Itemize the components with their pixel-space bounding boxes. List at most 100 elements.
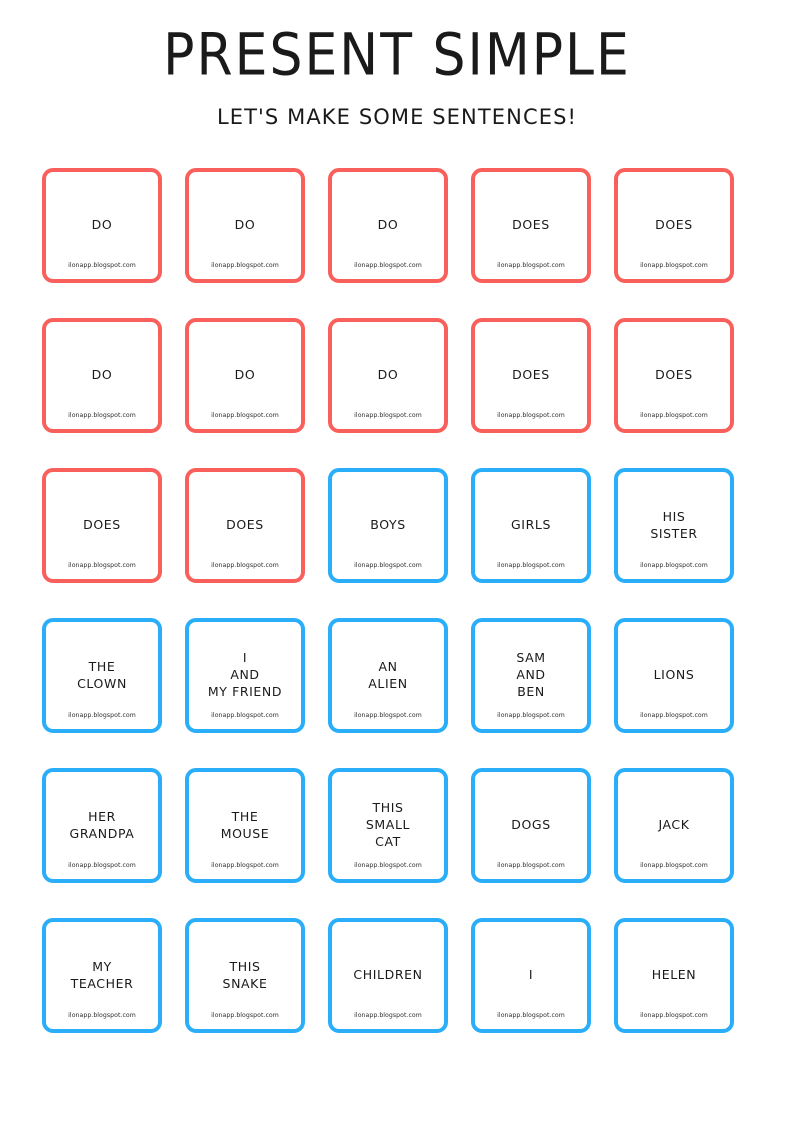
flashcard-subject[interactable]: Iilonapp.blogspot.com [471,918,591,1033]
flashcard-subject[interactable]: AN ALIEN ilonapp.blogspot.com [328,618,448,733]
flashcard-subject[interactable]: JACK ilonapp.blogspot.com [614,768,734,883]
flashcard-text: I [475,966,587,983]
flashcard-text: THE MOUSE [189,808,301,842]
flashcard-subject[interactable]: THE CLOWN ilonapp.blogspot.com [42,618,162,733]
flashcard-text: MY TEACHER [46,958,158,992]
watermark: ilonapp.blogspot.com [497,1012,565,1019]
watermark: ilonapp.blogspot.com [497,262,565,269]
flashcard-text: GIRLS [475,516,587,533]
flashcard-auxiliary[interactable]: DO ilonapp.blogspot.com [42,318,162,433]
flashcard-text: DO [332,216,444,233]
flashcard-text-line: THIS [229,958,261,974]
flashcard-subject[interactable]: THIS SMALL CAT ilonapp.blogspot.com [328,768,448,883]
flashcard-text: THE CLOWN [46,658,158,692]
flashcard-text-line: DOES [512,217,550,232]
flashcard-text: DO [46,366,158,383]
flashcard-text-line: AND [516,667,546,682]
flashcard-subject[interactable]: HELEN ilonapp.blogspot.com [614,918,734,1033]
page-title: PRESENT SIMPLE [163,22,631,90]
flashcard-text-line: ALIEN [368,675,408,691]
flashcard-text: DO [332,366,444,383]
flashcard-subject[interactable]: THE MOUSE ilonapp.blogspot.com [185,768,305,883]
flashcard-text-line: DO [234,367,256,382]
flashcard-text: HER GRANDPA [46,808,158,842]
flashcard-text-line: AN [378,658,398,674]
watermark: ilonapp.blogspot.com [211,262,279,269]
flashcard-text: I AND MY FRIEND [189,649,301,700]
watermark: ilonapp.blogspot.com [211,1012,279,1019]
flashcard-auxiliary[interactable]: DO ilonapp.blogspot.com [328,318,448,433]
watermark: ilonapp.blogspot.com [354,262,422,269]
flashcard-subject[interactable]: LIONS ilonapp.blogspot.com [614,618,734,733]
flashcard-text-line: DO [234,217,256,232]
flashcard-subject[interactable]: SAM AND BEN ilonapp.blogspot.com [471,618,591,733]
flashcard-text-line: THIS [372,800,404,815]
flashcard-text: SAM AND BEN [475,649,587,700]
flashcard-subject[interactable]: THIS SNAKE ilonapp.blogspot.com [185,918,305,1033]
flashcard-text-line: I [242,650,248,665]
watermark: ilonapp.blogspot.com [497,862,565,869]
flashcard-auxiliary[interactable]: DO ilonapp.blogspot.com [328,168,448,283]
watermark: ilonapp.blogspot.com [354,1012,422,1019]
flashcard-auxiliary[interactable]: DOES ilonapp.blogspot.com [185,468,305,583]
flashcard-auxiliary[interactable]: DOES ilonapp.blogspot.com [471,168,591,283]
watermark: ilonapp.blogspot.com [640,712,708,719]
flashcard-text-line: BOYS [370,517,406,532]
watermark: ilonapp.blogspot.com [68,712,136,719]
watermark: ilonapp.blogspot.com [68,862,136,869]
flashcard-text: DO [189,216,301,233]
flashcard-text-line: DOES [512,367,550,382]
flashcard-text-line: BEN [517,684,545,699]
watermark: ilonapp.blogspot.com [354,412,422,419]
flashcard-grid: DO ilonapp.blogspot.com DO ilonapp.blogspot… [42,168,734,1033]
flashcard-text: LIONS [618,666,730,683]
watermark: ilonapp.blogspot.com [640,1012,708,1019]
flashcard-auxiliary[interactable]: DOES ilonapp.blogspot.com [42,468,162,583]
flashcard-text: AN ALIEN [332,658,444,692]
watermark: ilonapp.blogspot.com [497,412,565,419]
flashcard-text: DOES [46,516,158,533]
flashcard-text-line: SAM [516,650,546,665]
watermark: ilonapp.blogspot.com [497,712,565,719]
flashcard-text: DO [189,366,301,383]
flashcard-text: BOYS [332,516,444,533]
flashcard-auxiliary[interactable]: DO ilonapp.blogspot.com [185,318,305,433]
flashcard-auxiliary[interactable]: DOES ilonapp.blogspot.com [614,318,734,433]
flashcard-text-line: HER [88,808,116,824]
flashcard-text-line: I [528,967,534,982]
flashcard-text-line: DO [377,217,399,232]
watermark: ilonapp.blogspot.com [497,562,565,569]
flashcard-text-line: DOES [655,367,693,382]
flashcard-subject[interactable]: CHILDREN ilonapp.blogspot.com [328,918,448,1033]
flashcard-subject[interactable]: GIRLS ilonapp.blogspot.com [471,468,591,583]
flashcard-subject[interactable]: MY TEACHER ilonapp.blogspot.com [42,918,162,1033]
flashcard-text-line: SNAKE [222,975,268,991]
flashcard-subject[interactable]: I AND MY FRIEND ilonapp.blogspot.com [185,618,305,733]
watermark: ilonapp.blogspot.com [68,262,136,269]
flashcard-text-line: SISTER [650,525,698,541]
flashcard-text-line: HIS [662,508,686,524]
flashcard-auxiliary[interactable]: DO ilonapp.blogspot.com [185,168,305,283]
watermark: ilonapp.blogspot.com [68,412,136,419]
flashcard-text-line: DO [377,367,399,382]
flashcard-auxiliary[interactable]: DOES ilonapp.blogspot.com [614,168,734,283]
flashcard-text-line: TEACHER [70,975,134,991]
flashcard-auxiliary[interactable]: DOES ilonapp.blogspot.com [471,318,591,433]
page-subtitle: LET'S MAKE SOME SENTENCES! [216,105,578,129]
flashcard-text: DOES [475,216,587,233]
flashcard-auxiliary[interactable]: DO ilonapp.blogspot.com [42,168,162,283]
flashcard-text: DOGS [475,816,587,833]
flashcard-text-line: AND [230,667,260,682]
flashcard-text-line: GIRLS [511,517,551,532]
flashcard-text-line: JACK [658,817,690,832]
flashcard-text-line: GRANDPA [69,825,135,841]
flashcard-subject[interactable]: DOGS ilonapp.blogspot.com [471,768,591,883]
flashcard-subject[interactable]: HER GRANDPA ilonapp.blogspot.com [42,768,162,883]
flashcard-subject[interactable]: BOYS ilonapp.blogspot.com [328,468,448,583]
flashcard-subject[interactable]: HIS SISTER ilonapp.blogspot.com [614,468,734,583]
flashcard-text-line: HELEN [651,967,697,982]
flashcard-text-line: MOUSE [220,825,270,841]
flashcard-text-line: LIONS [653,667,695,682]
flashcard-text: CHILDREN [332,966,444,983]
watermark: ilonapp.blogspot.com [354,712,422,719]
